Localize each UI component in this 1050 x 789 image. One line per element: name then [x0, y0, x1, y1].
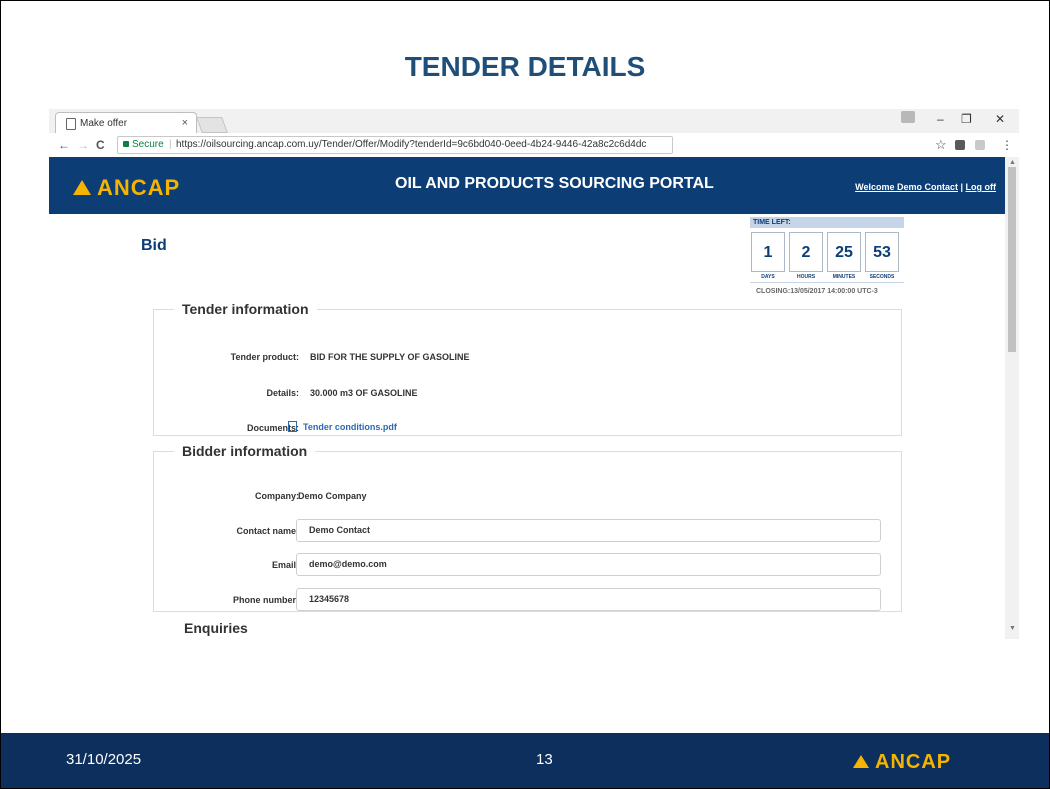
tab-make-offer[interactable]: Make offer ×: [55, 112, 197, 134]
scroll-down-icon[interactable]: ▼: [1009, 625, 1016, 632]
enquiries-heading: Enquiries: [184, 620, 248, 636]
ancap-triangle-icon: [73, 180, 91, 195]
close-window-button[interactable]: ✕: [995, 112, 1005, 126]
timer-minutes-value: 25: [827, 232, 861, 272]
logo-text: ANCAP: [97, 175, 181, 200]
new-tab-button[interactable]: [196, 117, 228, 133]
profile-icon[interactable]: [901, 111, 915, 123]
footer-date: 31/10/2025: [66, 751, 142, 768]
address-bar-row: ← → C Secure | https://oilsourcing.ancap…: [49, 133, 1019, 158]
slide-title: TENDER DETAILS: [404, 51, 646, 82]
minimize-button[interactable]: –: [937, 112, 944, 126]
company-label: Company:: [254, 491, 299, 501]
restore-button[interactable]: ❐: [961, 112, 972, 126]
company-value: Demo Company: [298, 491, 367, 501]
slide: TENDER DETAILS Make offer × – ❐ ✕ ← → C …: [0, 0, 1050, 789]
document-icon: [66, 118, 76, 130]
footer-logo-text: ANCAP: [875, 751, 952, 773]
url-separator: |: [169, 139, 172, 150]
star-icon[interactable]: ☆: [935, 137, 947, 153]
timer-hours-value: 2: [789, 232, 823, 272]
extension-icon[interactable]: [955, 140, 965, 150]
ancap-logo[interactable]: ANCAP: [73, 175, 180, 201]
lock-icon: [123, 141, 129, 147]
ancap-triangle-icon: [853, 755, 869, 768]
reload-button[interactable]: C: [96, 138, 105, 152]
extension-icon[interactable]: [975, 140, 985, 150]
timer-days-value: 1: [751, 232, 785, 272]
forward-button[interactable]: →: [77, 138, 89, 152]
link-separator: |: [957, 182, 966, 192]
site-header: ANCAP OIL AND PRODUCTS SOURCING PORTAL W…: [49, 157, 1005, 214]
phone-number-field[interactable]: 12345678: [296, 588, 881, 611]
timer-minutes-label: MINUTES: [832, 274, 856, 280]
welcome-link[interactable]: Welcome Demo Contact: [855, 182, 958, 192]
details-label: Details:: [266, 388, 299, 398]
tender-product-label: Tender product:: [230, 352, 299, 362]
pdf-file-icon: [288, 421, 297, 432]
page-title: Bid: [141, 237, 167, 254]
tab-close-button[interactable]: ×: [182, 117, 188, 129]
page-scrollbar[interactable]: ▲ ▼: [1005, 157, 1019, 639]
user-links: Welcome Demo Contact | Log off: [855, 182, 996, 192]
timer-divider: [750, 282, 904, 283]
slide-footer: 31/10/2025 13 ANCAP: [1, 733, 1049, 788]
portal-title: OIL AND PRODUCTS SOURCING PORTAL: [395, 175, 714, 192]
scroll-up-icon[interactable]: ▲: [1009, 159, 1016, 166]
section-legend: Tender information: [182, 301, 309, 317]
bidder-information-section: Bidder information Company: Demo Company…: [153, 443, 902, 612]
documents-label: Documents:: [246, 423, 299, 433]
timer-header: TIME LEFT:: [750, 217, 904, 228]
url-text[interactable]: https://oilsourcing.ancap.com.uy/Tender/…: [176, 137, 646, 153]
timer-days-label: DAYS: [761, 274, 775, 280]
tab-strip: Make offer × – ❐ ✕: [49, 109, 1019, 134]
contact-name-field[interactable]: Demo Contact: [296, 519, 881, 542]
document-link-label: Tender conditions.pdf: [303, 422, 397, 432]
menu-button[interactable]: ⋮: [1001, 138, 1013, 152]
secure-label: Secure: [132, 139, 164, 150]
email-label: Email:: [271, 560, 299, 570]
tender-information-section: Tender information Tender product: BID F…: [153, 301, 902, 436]
tender-product-value: BID FOR THE SUPPLY OF GASOLINE: [310, 352, 470, 362]
tab-label: Make offer: [80, 118, 128, 129]
page-viewport: ANCAP OIL AND PRODUCTS SOURCING PORTAL W…: [49, 157, 1005, 639]
timer-seconds-label: SECONDS: [869, 274, 895, 280]
contact-name-label: Contact name:: [236, 526, 299, 536]
countdown-timer: TIME LEFT: 1 2 25 53 DAYS HOURS MINUTES …: [750, 217, 904, 302]
browser-window: Make offer × – ❐ ✕ ← → C Secure | https:…: [49, 109, 1019, 639]
details-value: 30.000 m3 OF GASOLINE: [310, 388, 418, 398]
phone-number-label: Phone number:: [232, 595, 299, 605]
closing-time: CLOSING:13/05/2017 14:00:00 UTC-3: [756, 288, 878, 295]
section-legend: Bidder information: [182, 443, 308, 459]
timer-seconds-value: 53: [865, 232, 899, 272]
scroll-thumb[interactable]: [1008, 167, 1016, 352]
timer-hours-label: HOURS: [796, 274, 816, 280]
omnibox[interactable]: Secure | https://oilsourcing.ancap.com.u…: [117, 136, 673, 154]
footer-page-number: 13: [536, 751, 553, 768]
email-field[interactable]: demo@demo.com: [296, 553, 881, 576]
footer-logo: ANCAP: [853, 751, 951, 774]
back-button[interactable]: ←: [58, 138, 70, 152]
logoff-link[interactable]: Log off: [966, 182, 997, 192]
tender-conditions-link[interactable]: Tender conditions.pdf: [288, 421, 397, 432]
